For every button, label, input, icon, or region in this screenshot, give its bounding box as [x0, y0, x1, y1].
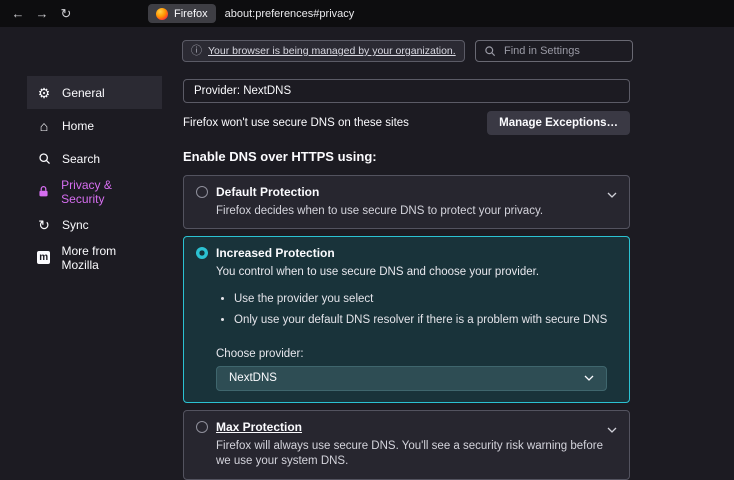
sidebar-item-home[interactable]: ⌂ Home [27, 109, 162, 142]
dns-option-list: Default Protection Firefox decides when … [183, 175, 630, 480]
exceptions-note: Firefox won't use secure DNS on these si… [183, 117, 409, 129]
bullet-item: Use the provider you select [234, 293, 617, 305]
sidebar-item-label: Sync [62, 218, 89, 232]
option-description: Firefox will always use secure DNS. You'… [216, 439, 617, 470]
gear-icon: ⚙ [35, 86, 53, 100]
dns-option-max[interactable]: Max Protection Firefox will always use s… [183, 410, 630, 480]
option-label: Increased Protection [216, 246, 335, 260]
radio-max-protection[interactable] [196, 421, 208, 433]
current-provider-box: Provider: NextDNS [183, 79, 630, 103]
radio-increased-protection[interactable] [196, 247, 208, 259]
option-label: Max Protection [216, 420, 302, 434]
sidebar-item-general[interactable]: ⚙ General [27, 76, 162, 109]
provider-select-value: NextDNS [229, 372, 277, 384]
site-identity-label: Firefox [174, 8, 208, 20]
option-description: You control when to use secure DNS and c… [216, 265, 617, 281]
sidebar-item-label: Home [62, 119, 94, 133]
sidebar-item-privacy-security[interactable]: Privacy & Security [27, 175, 162, 208]
mozilla-icon: m [35, 251, 52, 264]
choose-provider-label: Choose provider: [216, 348, 617, 360]
url-bar[interactable]: about:preferences#privacy [225, 8, 355, 20]
managed-by-org-link[interactable]: Your browser is being managed by your or… [208, 45, 456, 57]
sync-icon: ↻ [35, 218, 53, 232]
provider-select[interactable]: NextDNS [216, 366, 607, 391]
current-provider-text: Provider: NextDNS [194, 85, 291, 97]
reload-button[interactable]: ↻ [54, 3, 78, 25]
option-header: Default Protection [196, 185, 617, 199]
bullet-item: Only use your default DNS resolver if th… [234, 314, 617, 326]
manage-exceptions-button[interactable]: Manage Exceptions… [487, 111, 630, 135]
dns-option-increased[interactable]: Increased Protection You control when to… [183, 236, 630, 403]
sidebar-item-more-from-mozilla[interactable]: m More from Mozilla [27, 241, 162, 274]
chevron-down-icon[interactable] [607, 187, 617, 201]
chevron-down-icon [584, 372, 594, 384]
option-description: Firefox decides when to use secure DNS t… [216, 204, 617, 220]
sidebar-item-search[interactable]: Search [27, 142, 162, 175]
managed-by-org-banner: ⓘ Your browser is being managed by your … [182, 40, 465, 62]
site-identity-chip[interactable]: Firefox [148, 4, 216, 23]
settings-search-box[interactable] [475, 40, 633, 62]
chevron-down-icon[interactable] [607, 422, 617, 436]
dns-heading: Enable DNS over HTTPS using: [183, 149, 630, 164]
dns-over-https-section: Provider: NextDNS Firefox won't use secu… [183, 76, 630, 480]
home-icon: ⌂ [35, 119, 53, 133]
radio-default-protection[interactable] [196, 186, 208, 198]
forward-button[interactable]: → [30, 3, 54, 25]
sidebar-item-sync[interactable]: ↻ Sync [27, 208, 162, 241]
sidebar-item-label: Privacy & Security [61, 178, 154, 206]
search-icon [484, 45, 496, 57]
sidebar-item-label: More from Mozilla [61, 244, 154, 272]
exceptions-row: Firefox won't use secure DNS on these si… [183, 111, 630, 135]
search-icon [35, 152, 53, 165]
info-icon: ⓘ [191, 46, 202, 57]
back-button[interactable]: ← [6, 3, 30, 25]
option-label: Default Protection [216, 185, 319, 199]
option-header: Increased Protection [196, 246, 617, 260]
dns-option-default[interactable]: Default Protection Firefox decides when … [183, 175, 630, 230]
option-header: Max Protection [196, 420, 617, 434]
preferences-sidebar: ⚙ General ⌂ Home Search Privacy & Securi… [27, 76, 162, 274]
search-input[interactable] [502, 44, 616, 58]
firefox-logo-icon [156, 8, 168, 20]
sidebar-item-label: General [62, 86, 105, 100]
browser-toolbar: ← → ↻ Firefox about:preferences#privacy [0, 0, 734, 27]
sidebar-item-label: Search [62, 152, 100, 166]
option-bullet-list: Use the provider you select Only use you… [220, 293, 617, 326]
lock-icon [35, 185, 52, 198]
